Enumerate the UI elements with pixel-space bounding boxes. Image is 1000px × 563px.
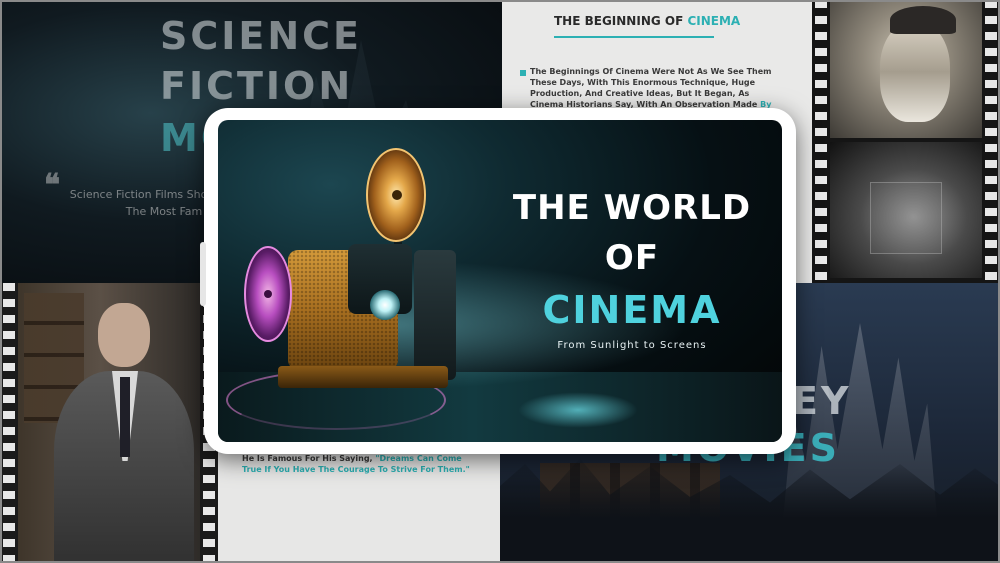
doc-body-text: The Beginnings Of Cinema Were Not As We … <box>530 67 772 109</box>
doc-title: THE BEGINNING OF CINEMA <box>554 14 740 28</box>
film-sprockets-right <box>985 0 997 283</box>
tablet-device: THE WORLD OF CINEMA From Sunlight to Scr… <box>200 108 796 454</box>
title-line3: CINEMA <box>542 288 722 332</box>
tablet-screen: THE WORLD OF CINEMA From Sunlight to Scr… <box>218 120 782 442</box>
man-tie <box>120 377 130 457</box>
quote-mark-icon: ❝ <box>44 168 61 203</box>
film-reel-icon <box>366 148 426 242</box>
bullet-icon <box>520 70 526 76</box>
film-sprockets-left <box>3 283 15 563</box>
tablet-side-button <box>200 242 206 306</box>
title-block: THE WORLD OF CINEMA From Sunlight to Scr… <box>494 180 770 360</box>
subtitle: From Sunlight to Screens <box>557 340 707 351</box>
camera-obscura-frame <box>830 142 982 278</box>
projector-lens-icon <box>370 290 400 320</box>
film-sprockets-left <box>815 0 827 283</box>
light-spot <box>518 392 638 428</box>
portrait-cap <box>890 6 956 34</box>
projector-box <box>414 250 456 380</box>
film-strip-top <box>812 0 1000 283</box>
doc2-body: He Is Famous For His Saying, "Dreams Can… <box>242 453 482 475</box>
title-line1: THE WORLD <box>512 188 752 228</box>
man-portrait-frame <box>18 283 200 563</box>
film-reel-icon <box>244 246 292 342</box>
scifi-heading-line2: FICTION <box>160 64 354 108</box>
man-head <box>98 303 150 367</box>
title-line2: OF <box>604 238 660 278</box>
scifi-heading-line1: SCIENCE <box>160 14 363 58</box>
film-strip-bottom <box>0 283 218 563</box>
dark-room <box>870 182 942 254</box>
doc2-body-text: He Is Famous For His Saying, <box>242 454 376 463</box>
portrait-face <box>880 22 950 122</box>
disney-word1: EY <box>792 379 852 423</box>
doc-title-accent: CINEMA <box>687 14 741 28</box>
doc-title-rule <box>554 36 714 38</box>
portrait-frame <box>830 2 982 138</box>
doc-title-prefix: THE BEGINNING OF <box>554 14 688 28</box>
projector-base <box>278 366 448 388</box>
